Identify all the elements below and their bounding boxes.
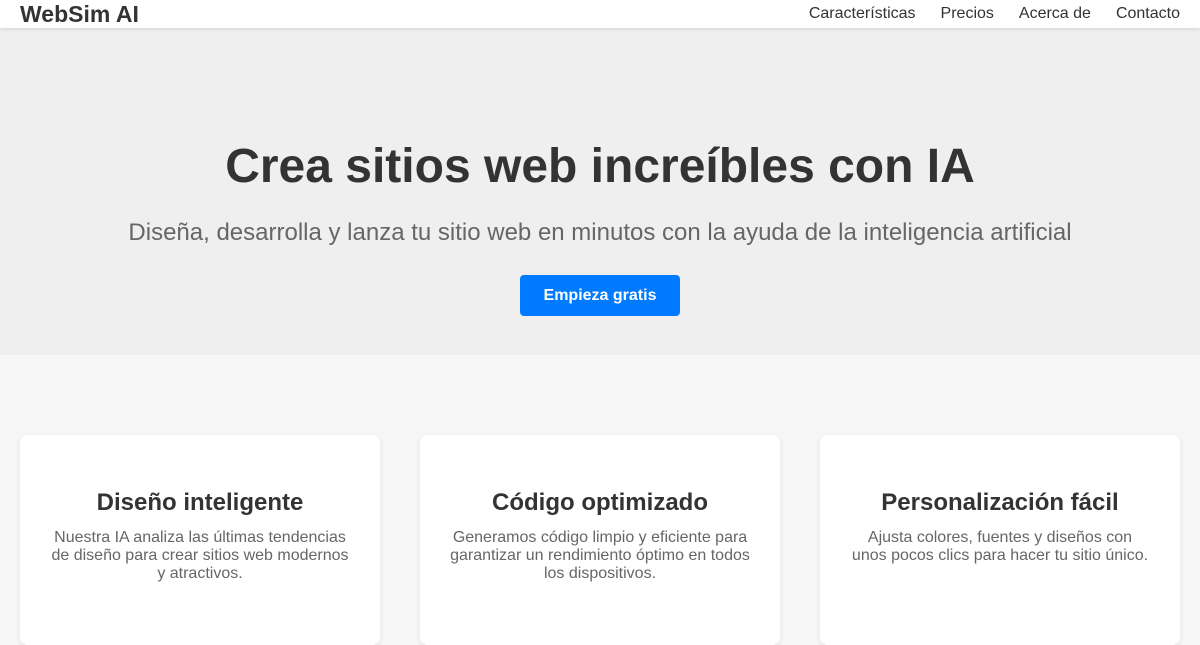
feature-card-optimized-code: Código optimizado Generamos código limpi… <box>420 435 780 645</box>
site-logo[interactable]: WebSim AI <box>20 0 139 28</box>
nav-menu: Características Precios Acerca de Contac… <box>809 0 1180 28</box>
feature-title: Código optimizado <box>492 489 708 516</box>
hero-section: Crea sitios web increíbles con IA Diseña… <box>0 28 1200 355</box>
feature-title: Diseño inteligente <box>96 489 304 516</box>
feature-card-smart-design: Diseño inteligente Nuestra IA analiza la… <box>20 435 380 645</box>
hero-title: Crea sitios web increíbles con IA <box>225 140 975 193</box>
features-section: Diseño inteligente Nuestra IA analiza la… <box>0 355 1200 645</box>
nav-link-acerca-de[interactable]: Acerca de <box>1019 0 1091 28</box>
feature-description: Ajusta colores, fuentes y diseños con un… <box>851 529 1149 564</box>
nav-link-caracteristicas[interactable]: Características <box>809 0 916 28</box>
nav-link-contacto[interactable]: Contacto <box>1116 0 1180 28</box>
feature-description: Generamos código limpio y eficiente para… <box>450 529 750 582</box>
feature-title: Personalización fácil <box>881 489 1119 516</box>
feature-card-easy-customization: Personalización fácil Ajusta colores, fu… <box>820 435 1180 645</box>
hero-subtitle: Diseña, desarrolla y lanza tu sitio web … <box>128 219 1072 246</box>
feature-description: Nuestra IA analiza las últimas tendencia… <box>51 529 349 582</box>
start-free-button[interactable]: Empieza gratis <box>520 275 680 316</box>
nav-link-precios[interactable]: Precios <box>941 0 994 28</box>
navbar: WebSim AI Características Precios Acerca… <box>0 0 1200 28</box>
